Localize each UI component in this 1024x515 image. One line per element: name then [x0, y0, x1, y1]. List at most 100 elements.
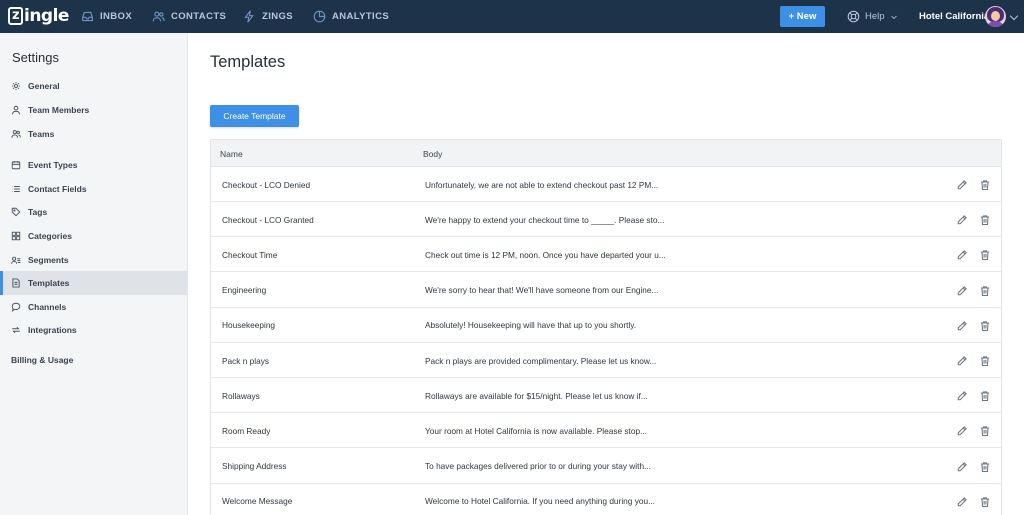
table-row[interactable]: Rollaways Rollaways are available for $15…	[211, 378, 1001, 414]
sidebar-item-label: Templates	[28, 278, 70, 288]
edit-pencil-icon[interactable]	[956, 460, 968, 472]
table-header: Name Body	[211, 140, 1001, 167]
users-icon	[11, 130, 21, 138]
template-name-cell: Housekeeping	[222, 320, 276, 331]
table-row[interactable]: Checkout Time Check out time is 12 PM, no…	[211, 237, 1001, 273]
template-name-cell: Checkout - LCO Denied	[222, 179, 311, 190]
sidebar-item-contact-fields[interactable]: Contact Fields	[0, 177, 187, 201]
new-button[interactable]: + New	[780, 6, 825, 27]
sidebar-item-event-types[interactable]: Event Types	[0, 153, 187, 177]
edit-pencil-icon[interactable]	[956, 178, 968, 190]
edit-pencil-icon[interactable]	[956, 248, 968, 260]
sidebar-item-channels[interactable]: Channels	[0, 295, 187, 319]
sidebar-item-label: Segments	[28, 255, 69, 265]
sidebar-item-team-members[interactable]: Team Members	[0, 98, 187, 122]
sidebar-item-general[interactable]: General	[0, 74, 187, 98]
gear-icon	[11, 81, 21, 91]
table-row[interactable]: Shipping Address To have packages deliver…	[211, 449, 1001, 484]
sync-icon	[12, 326, 20, 334]
sidebar-item-templates[interactable]: Templates	[0, 271, 187, 295]
sidebar-item-segments[interactable]: Segments	[0, 248, 187, 272]
nav-contacts-label: CONTACTS	[171, 11, 227, 22]
edit-pencil-icon[interactable]	[956, 284, 968, 296]
sidebar-item-label: Teams	[28, 129, 55, 139]
edit-pencil-icon[interactable]	[956, 354, 968, 366]
nav-contacts[interactable]: CONTACTS	[152, 0, 226, 33]
template-body-cell: Rollaways are available for $15/night. P…	[425, 390, 648, 401]
nav-analytics-label: ANALYTICS	[332, 11, 390, 22]
delete-trash-icon[interactable]	[979, 284, 991, 296]
lifebuoy-icon	[847, 10, 860, 23]
chevron-down-icon	[890, 15, 897, 19]
nav-analytics[interactable]: ANALYTICS	[313, 0, 389, 33]
table-row[interactable]: Checkout - LCO Granted We're happy to ext…	[211, 202, 1001, 238]
template-body-cell: We're sorry to hear that! We'll have som…	[425, 285, 659, 296]
segments-icon	[11, 256, 21, 264]
settings-sidebar: Settings General Team Members Teams Even…	[0, 33, 188, 515]
template-name-cell: Engineering	[222, 285, 267, 296]
sidebar-item-label: Channels	[28, 302, 67, 312]
template-name-cell: Room Ready	[222, 425, 271, 436]
sidebar-item-label: Team Members	[28, 105, 90, 115]
edit-pencil-icon[interactable]	[956, 424, 968, 436]
sidebar-item-label: Tags	[28, 207, 48, 217]
nav-zings[interactable]: ZINGS	[243, 0, 293, 33]
delete-trash-icon[interactable]	[979, 389, 991, 402]
template-body-cell: Welcome to Hotel California. If you need…	[425, 496, 655, 507]
avatar[interactable]	[985, 6, 1006, 27]
nav-inbox[interactable]: INBOX	[81, 0, 132, 33]
nav-zings-label: ZINGS	[262, 11, 294, 22]
sidebar-item-integrations[interactable]: Integrations	[0, 318, 187, 342]
delete-trash-icon[interactable]	[979, 213, 991, 226]
table-row[interactable]: Pack n plays Pack n plays are provided co…	[211, 343, 1001, 378]
sidebar-item-tags[interactable]: Tags	[0, 200, 187, 224]
delete-trash-icon[interactable]	[979, 248, 991, 261]
template-name-cell: Checkout Time	[222, 249, 278, 260]
help-menu[interactable]: Help	[847, 0, 898, 33]
template-name-cell: Checkout - LCO Granted	[222, 214, 314, 225]
app-logo[interactable]: z ingle	[8, 6, 69, 26]
delete-trash-icon[interactable]	[979, 178, 991, 191]
account-chevron-down-icon[interactable]	[1009, 11, 1019, 21]
template-body-cell: Pack n plays are provided complimentary.…	[425, 355, 657, 366]
user-icon	[12, 105, 20, 115]
chat-bubble-icon	[11, 302, 21, 312]
account-name[interactable]: Hotel California	[919, 0, 989, 33]
delete-trash-icon[interactable]	[979, 319, 991, 331]
edit-pencil-icon[interactable]	[956, 213, 968, 225]
top-navigation-bar: z ingle INBOX CONTACTS ZINGS ANALYTICS + …	[0, 0, 1024, 33]
template-body-cell: Absolutely! Housekeeping will have that …	[425, 320, 637, 331]
sidebar-item-label: Categories	[28, 231, 72, 241]
grid-icon	[11, 231, 21, 241]
table-row[interactable]: Checkout - LCO Denied Unfortunately, we a…	[211, 167, 1001, 202]
sidebar-item-categories[interactable]: Categories	[0, 224, 187, 248]
table-row[interactable]: Engineering We're sorry to hear that! We'…	[211, 273, 1001, 308]
sidebar-item-teams[interactable]: Teams	[0, 122, 187, 146]
edit-pencil-icon[interactable]	[956, 495, 968, 507]
inbox-icon	[82, 11, 93, 22]
bolt-icon	[244, 10, 254, 23]
template-body-cell: Check out time is 12 PM, noon. Once you …	[425, 249, 666, 260]
column-header-name[interactable]: Name	[220, 140, 243, 167]
pie-chart-icon	[313, 10, 326, 23]
column-header-body[interactable]: Body	[423, 140, 442, 167]
sidebar-item-label: Event Types	[28, 160, 78, 170]
table-row[interactable]: Welcome Message Welcome to Hotel Californ…	[211, 484, 1001, 515]
sidebar-item-label: General	[28, 81, 60, 91]
table-row[interactable]: Housekeeping Absolutely! Housekeeping wil…	[211, 308, 1001, 343]
delete-trash-icon[interactable]	[979, 354, 991, 367]
template-name-cell: Shipping Address	[222, 461, 287, 472]
delete-trash-icon[interactable]	[979, 460, 991, 472]
delete-trash-icon[interactable]	[979, 495, 991, 507]
document-icon	[12, 278, 20, 288]
table-row[interactable]: Room Ready Your room at Hotel California …	[211, 413, 1001, 449]
template-name-cell: Rollaways	[222, 390, 260, 401]
sidebar-billing-usage[interactable]: Billing & Usage	[11, 355, 73, 365]
list-icon	[12, 186, 20, 192]
create-template-button[interactable]: Create Template	[210, 105, 299, 127]
delete-trash-icon[interactable]	[979, 424, 991, 437]
sidebar-item-label: Integrations	[28, 325, 77, 335]
sidebar-title: Settings	[12, 50, 59, 65]
edit-pencil-icon[interactable]	[956, 389, 968, 401]
edit-pencil-icon[interactable]	[956, 319, 968, 331]
